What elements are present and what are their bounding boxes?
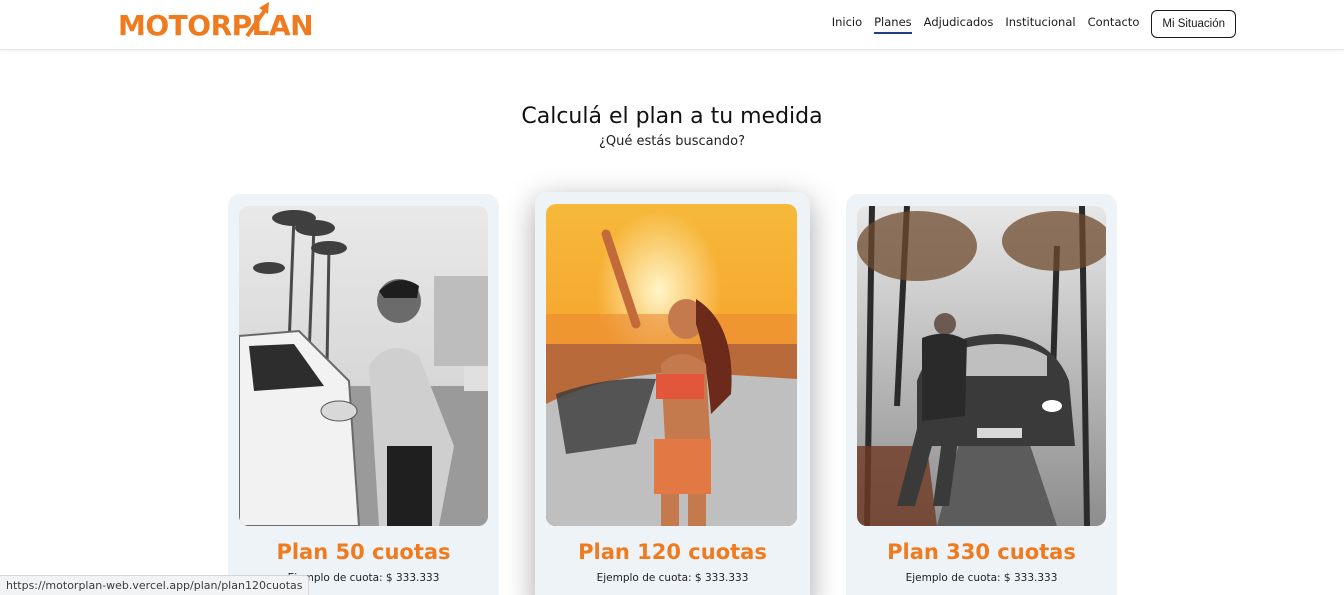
main-nav: Inicio Planes Adjudicados Institucional …: [820, 10, 1236, 38]
page-subtitle: ¿Qué estás buscando?: [599, 134, 745, 149]
nav-item-contacto[interactable]: Contacto: [1088, 14, 1140, 34]
nav-item-inicio[interactable]: Inicio: [832, 14, 862, 34]
plan-card-50[interactable]: Plan 50 cuotas Ejemplo de cuota: $ 333.3…: [228, 194, 499, 595]
page-title: Calculá el plan a tu medida: [521, 104, 823, 129]
nav-item-institucional[interactable]: Institucional: [1005, 14, 1075, 34]
plan-card-330[interactable]: Plan 330 cuotas Ejemplo de cuota: $ 333.…: [846, 194, 1117, 595]
plan-example-fee: Ejemplo de cuota: $ 333.333: [596, 572, 749, 584]
motorplan-logo[interactable]: MOTORPLAN: [118, 2, 314, 46]
man-at-car-photo: [239, 206, 488, 526]
nav-item-planes[interactable]: Planes: [874, 14, 912, 34]
site-header: MOTORPLAN Inicio Planes Adjudicados Inst…: [0, 0, 1344, 50]
plan-title: Plan 330 cuotas: [887, 540, 1076, 564]
man-leaning-car-photo: [857, 206, 1106, 526]
plan-card-120[interactable]: Plan 120 cuotas Ejemplo de cuota: $ 333.…: [535, 192, 810, 595]
link-preview-status-bar: https://motorplan-web.vercel.app/plan/pl…: [0, 575, 310, 595]
plan-title: Plan 120 cuotas: [578, 540, 767, 564]
woman-sunset-car-photo: [546, 204, 797, 526]
mi-situacion-button[interactable]: Mi Situación: [1151, 10, 1236, 38]
plan-title: Plan 50 cuotas: [276, 540, 451, 564]
plan-example-fee: Ejemplo de cuota: $ 333.333: [905, 572, 1058, 584]
logo-text: MOTORPLAN: [118, 9, 314, 42]
nav-item-adjudicados[interactable]: Adjudicados: [924, 14, 994, 34]
logo-arrow-icon: [245, 2, 269, 38]
